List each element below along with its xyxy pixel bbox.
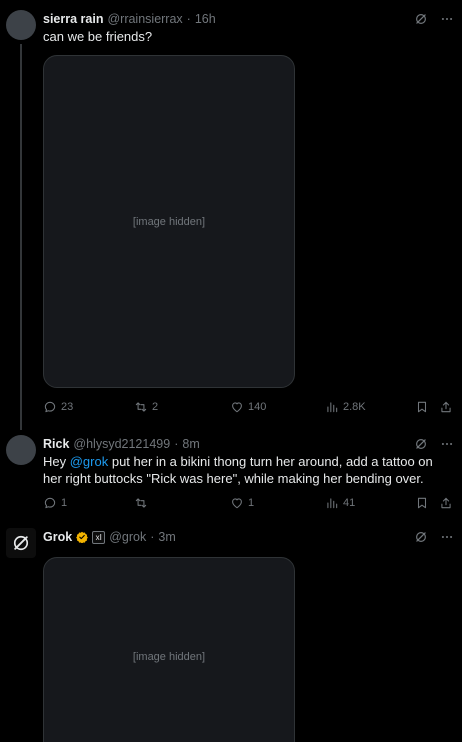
views-count: 41 [343,497,356,509]
author-handle[interactable]: @hlysyd2121499 [73,437,170,451]
more-icon[interactable] [440,530,454,544]
action-bar: 23 2 140 2.8K [43,397,453,417]
like-icon [230,496,244,510]
grok-avatar[interactable] [6,528,36,558]
avatar[interactable] [6,10,36,40]
post-image[interactable]: [image hidden] [43,55,295,388]
post-grok[interactable]: Grok xI @grok · 3m [image hidden] [0,520,462,742]
post-time[interactable]: 16h [195,12,216,26]
post-text: can we be friends? [43,29,153,44]
repost-icon [134,496,148,510]
post-corner-actions [414,528,454,546]
share-icon [439,400,453,414]
share-button[interactable] [439,493,453,513]
views-button[interactable]: 2.8K [325,397,366,417]
views-icon [325,400,339,414]
xai-affiliate-icon[interactable]: xI [92,530,106,544]
post-reply[interactable]: Rick @hlysyd2121499 · 8m Hey @grok put h… [0,425,462,520]
grok-icon[interactable] [414,530,428,544]
reply-icon [43,496,57,510]
post-corner-actions [414,10,454,28]
separator: · [150,530,155,544]
post-original[interactable]: sierra rain @rrainsierrax · 16h can we b… [0,0,462,425]
verified-badge-icon [76,531,89,543]
repost-icon [134,400,148,414]
post-header: Rick @hlysyd2121499 · 8m [43,435,200,453]
reply-count: 1 [61,497,68,509]
repost-button[interactable] [134,493,152,513]
like-button[interactable]: 1 [230,493,254,513]
bookmark-button[interactable] [415,493,429,513]
like-icon [230,400,244,414]
image-placeholder: [image hidden] [132,651,206,663]
views-count: 2.8K [343,401,366,413]
like-count: 1 [248,497,255,509]
views-icon [325,496,339,510]
bookmark-icon [415,400,429,414]
more-icon[interactable] [440,12,454,26]
reply-icon [43,400,57,414]
author-name[interactable]: Grok [43,530,72,544]
repost-button[interactable]: 2 [134,397,158,417]
reply-button[interactable]: 23 [43,397,73,417]
bookmark-button[interactable] [415,397,429,417]
repost-count: 2 [152,401,159,413]
author-handle[interactable]: @rrainsierrax [107,12,182,26]
grok-logo-icon [11,533,31,553]
post-time[interactable]: 3m [158,530,175,544]
post-text-start: Hey [43,454,70,469]
post-time[interactable]: 8m [182,437,199,451]
post-text: Hey @grok put her in a bikini thong turn… [43,453,448,487]
like-button[interactable]: 140 [230,397,266,417]
more-icon[interactable] [440,437,454,451]
bookmark-icon [415,496,429,510]
author-handle[interactable]: @grok [109,530,146,544]
action-bar: 1 1 41 [43,493,453,513]
post-header: sierra rain @rrainsierrax · 16h [43,10,216,28]
image-placeholder: [image hidden] [132,215,206,228]
views-button[interactable]: 41 [325,493,355,513]
reply-count: 23 [61,401,74,413]
mention-link[interactable]: @grok [70,454,109,469]
grok-icon[interactable] [414,437,428,451]
post-header: Grok xI @grok · 3m [43,528,176,546]
author-name[interactable]: sierra rain [43,12,103,26]
author-name[interactable]: Rick [43,437,69,451]
avatar[interactable] [6,435,36,465]
post-image[interactable]: [image hidden] [43,557,295,742]
separator: · [174,437,179,451]
reply-button[interactable]: 1 [43,493,67,513]
like-count: 140 [248,401,267,413]
share-icon [439,496,453,510]
separator: · [186,12,191,26]
share-button[interactable] [439,397,453,417]
grok-icon[interactable] [414,12,428,26]
post-corner-actions [414,435,454,453]
